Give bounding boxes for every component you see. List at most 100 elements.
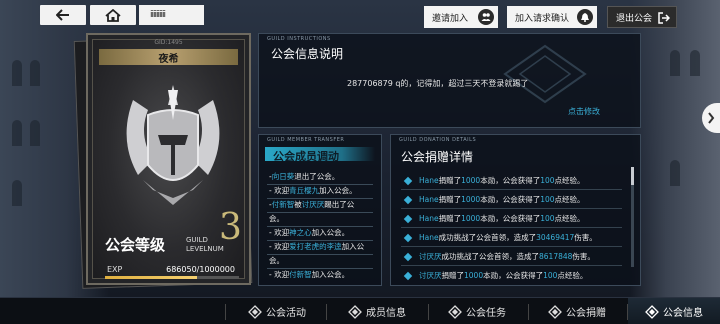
- transfer-item: 会。: [269, 213, 284, 225]
- diamond-bullet-icon: [403, 271, 413, 280]
- background-window: [670, 50, 680, 76]
- guild-level-sub: GUILD LEVELNUM: [186, 236, 224, 253]
- diamond-bullet-icon: [403, 252, 413, 261]
- transfer-text: 踢出了公: [324, 200, 355, 209]
- donation-text: 捐赠了: [438, 214, 462, 223]
- back-button[interactable]: [40, 5, 86, 25]
- transfer-item: -向日葵退出了公会。: [269, 171, 339, 183]
- transfer-item: -付新智被讨厌厌踢出了公: [269, 199, 354, 211]
- donation-item: 讨厌厌 成功挑战了公会首领，造成了 8617848 伤害。: [403, 251, 595, 262]
- exit-guild-button[interactable]: 退出公会: [607, 6, 677, 28]
- background-window: [12, 60, 22, 86]
- nav-guild-tasks-label: 公会任务: [466, 308, 506, 319]
- transfer-text: - 欢迎: [269, 186, 290, 195]
- donation-panel-tag: GUILD DONATION DETAILS: [399, 137, 477, 143]
- background-window: [30, 120, 40, 146]
- home-button[interactable]: [90, 5, 136, 25]
- transfer-text: - 欢迎: [269, 242, 290, 251]
- guild-id: GID:1495: [154, 39, 183, 46]
- background-window: [670, 160, 680, 186]
- transfer-text: - 欢迎: [269, 228, 290, 237]
- donation-value: 8617848: [539, 252, 573, 261]
- nav-guild-donation-label: 公会捐赠: [566, 308, 606, 319]
- member-transfer-panel: GUILD MEMBER TRANSFER 公会成员调动 -向日葵退出了公会。 -…: [258, 134, 382, 286]
- guild-activity-icon: [248, 304, 262, 319]
- transfer-text: 被: [294, 200, 302, 209]
- diamond-bullet-icon: [403, 195, 413, 204]
- donation-value: 1000: [461, 214, 481, 223]
- donation-text: 捐赠了: [438, 176, 462, 185]
- donation-scroll-thumb[interactable]: [631, 167, 634, 185]
- guild-level-number: 3: [219, 207, 242, 248]
- transfer-item: - 欢迎爱打老虎的李逵加入公: [269, 241, 364, 253]
- member-name: 爱打老虎的李逵: [289, 242, 342, 251]
- donation-text: 本勋，公会获得了: [480, 214, 541, 223]
- donation-text: 本勋，公会获得了: [483, 271, 544, 280]
- member-name: 付新智: [271, 200, 295, 209]
- donation-item: Hane 捐赠了 1000 本勋，公会获得了 100 点经验。: [403, 213, 585, 224]
- home-icon: [105, 8, 121, 22]
- bottom-nav: 公会活动 成员信息 公会任务 公会捐赠 公会信息: [0, 297, 720, 324]
- transfer-item: 会。: [269, 255, 284, 267]
- nav-divider: [225, 304, 226, 320]
- transfer-item: - 欢迎青丘樱九加入公会。: [269, 185, 357, 197]
- donation-value: 100: [543, 271, 558, 280]
- donation-text: 伤害。: [574, 233, 597, 242]
- nav-guild-activity[interactable]: 公会活动: [232, 298, 322, 324]
- background-window: [30, 60, 40, 86]
- join-requests-button[interactable]: 加入请求确认: [507, 6, 597, 28]
- nav-guild-info[interactable]: 公会信息: [628, 298, 720, 324]
- donation-separator: [401, 208, 622, 209]
- transfer-text: 加入公会。: [311, 270, 350, 279]
- guild-emblem-icon: [126, 85, 220, 205]
- chevron-right-icon: [708, 112, 715, 124]
- edit-info-link[interactable]: 点击修改: [568, 106, 600, 117]
- exit-guild-label: 退出公会: [616, 13, 653, 24]
- diamond-bullet-icon: [403, 176, 413, 185]
- donation-scrollbar[interactable]: [631, 167, 634, 267]
- nav-divider: [326, 304, 327, 320]
- guild-name: 夜希: [158, 53, 179, 65]
- nav-member-info-label: 成员信息: [366, 308, 406, 319]
- info-panel-tag: GUILD INSTRUCTIONS: [267, 36, 331, 42]
- donation-text: 点经验。: [557, 271, 588, 280]
- transfer-panel-tag: GUILD MEMBER TRANSFER: [267, 137, 345, 143]
- donation-text: 成功挑战了公会首领，造成了: [438, 233, 537, 242]
- transfer-text: 加入公会。: [319, 186, 357, 195]
- transfer-panel-title: 公会成员调动: [273, 150, 339, 163]
- exit-icon: [656, 10, 672, 26]
- invite-button[interactable]: 邀请加入: [424, 6, 498, 28]
- nav-guild-activity-label: 公会活动: [266, 308, 306, 319]
- info-panel-title: 公会信息说明: [271, 47, 344, 61]
- guild-level-label: 公会等级: [105, 236, 166, 254]
- guild-info-panel: GUILD INSTRUCTIONS 公会信息说明 287706879 q的，记…: [258, 33, 641, 128]
- transfer-text: 加入公: [341, 242, 365, 251]
- donor-name: Hane: [419, 195, 439, 204]
- join-requests-label: 加入请求确认: [515, 13, 570, 24]
- donor-name: Hane: [419, 233, 439, 242]
- guild-card-inner: GID:1495 夜希 3 公会等级 GUILD LEVELNUM EXP 68…: [92, 39, 245, 279]
- member-name: 付新智: [289, 270, 312, 279]
- nav-guild-donation[interactable]: 公会捐赠: [532, 298, 622, 324]
- donation-text: 捐赠了: [441, 271, 465, 280]
- background-window: [690, 50, 700, 76]
- donation-value: 100: [540, 176, 555, 185]
- donation-separator: [401, 265, 622, 266]
- donation-value: 100: [540, 214, 555, 223]
- donation-text: 点经验。: [554, 214, 585, 223]
- donation-text: 成功挑战了公会首领，造成了: [441, 252, 540, 261]
- nav-guild-tasks[interactable]: 公会任务: [432, 298, 522, 324]
- exp-value: 686050/1000000: [166, 265, 235, 274]
- member-name: 向日葵: [271, 172, 295, 181]
- bell-icon: [577, 9, 593, 25]
- donor-name: 讨厌厌: [419, 271, 442, 280]
- donation-separator: [401, 189, 622, 190]
- donation-text: 本勋，公会获得了: [480, 195, 541, 204]
- guild-tasks-icon: [448, 304, 462, 319]
- donation-text: 伤害。: [572, 252, 595, 261]
- nav-divider: [528, 304, 529, 320]
- donation-text: 点经验。: [554, 195, 585, 204]
- nav-member-info[interactable]: 成员信息: [332, 298, 422, 324]
- donation-separator: [401, 227, 622, 228]
- transfer-text: 退出了公会。: [294, 172, 340, 181]
